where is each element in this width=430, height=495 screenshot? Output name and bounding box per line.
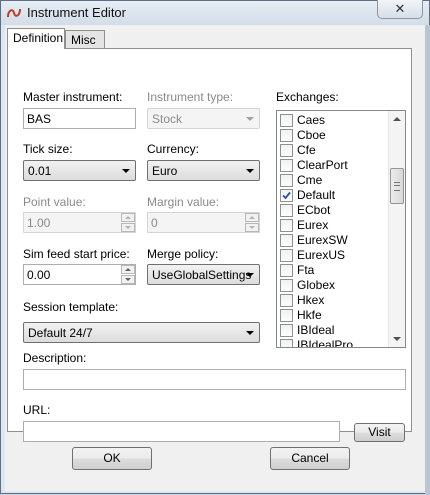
tick-size-value: 0.01: [28, 164, 52, 178]
spin-up-icon[interactable]: [121, 265, 135, 274]
session-template-value: Default 24/7: [28, 326, 93, 340]
exchange-checkbox[interactable]: [280, 339, 293, 347]
exchange-checkbox[interactable]: [280, 249, 293, 262]
exchange-checkbox[interactable]: [280, 129, 293, 142]
session-template-select[interactable]: Default 24/7: [23, 322, 260, 343]
close-button[interactable]: ✕: [377, 0, 423, 19]
master-instrument-label: Master instrument:: [23, 90, 123, 104]
chevron-down-icon: [246, 273, 254, 277]
tab-misc-label: Misc: [71, 33, 96, 47]
exchange-checkbox[interactable]: [280, 324, 293, 337]
merge-policy-value: UseGlobalSettings: [152, 268, 252, 282]
margin-value-stepper: 0: [147, 212, 260, 233]
session-template-label: Session template:: [23, 300, 119, 314]
cancel-button[interactable]: Cancel: [270, 447, 350, 470]
spin-up-icon: [245, 213, 259, 222]
tick-size-select[interactable]: 0.01: [23, 160, 136, 181]
close-icon: ✕: [394, 1, 406, 16]
tab-definition[interactable]: Definition: [7, 28, 65, 49]
point-value-stepper: 1.00: [23, 212, 136, 233]
exchange-checkbox[interactable]: [280, 219, 293, 232]
exchange-name: Hkex: [297, 293, 325, 307]
spin-down-icon[interactable]: [121, 275, 135, 284]
chevron-down-icon: [122, 169, 130, 173]
scrollbar-thumb[interactable]: [390, 168, 404, 204]
instrument-type-value: Stock: [152, 112, 183, 126]
chevron-down-icon: [246, 117, 254, 121]
tab-definition-label: Definition: [13, 31, 64, 45]
exchange-name: Hkfe: [297, 308, 322, 322]
instrument-type-select: Stock: [147, 108, 260, 129]
exchange-checkbox[interactable]: [280, 204, 293, 217]
exchange-checkbox[interactable]: [280, 279, 293, 292]
instrument-editor-window: Instrument Editor ✕ Definition Misc Mast…: [0, 0, 430, 495]
exchanges-scrollbar[interactable]: [388, 111, 405, 347]
exchange-checkbox[interactable]: [280, 189, 293, 202]
exchange-name: EurexUS: [297, 248, 346, 262]
margin-value-input: 0: [147, 212, 260, 233]
exchange-checkbox[interactable]: [280, 294, 293, 307]
title-bar[interactable]: Instrument Editor ✕: [1, 0, 429, 25]
dialog-client-area: Definition Misc Master instrument: BAS I…: [5, 25, 425, 491]
exchange-checkbox[interactable]: [280, 114, 293, 127]
exchange-checkbox[interactable]: [280, 144, 293, 157]
scroll-down-icon[interactable]: [389, 330, 405, 347]
window-border: [425, 25, 430, 495]
definition-panel: Master instrument: BAS Instrument type: …: [7, 48, 412, 442]
exchange-checkbox[interactable]: [280, 174, 293, 187]
merge-policy-select[interactable]: UseGlobalSettings: [147, 264, 260, 285]
instrument-type-label: Instrument type:: [147, 90, 234, 104]
exchange-checkbox[interactable]: [280, 264, 293, 277]
exchange-name: ECbot: [297, 203, 331, 217]
currency-select[interactable]: Euro: [147, 160, 260, 181]
exchange-name: Cboe: [297, 128, 326, 142]
exchange-name: IBIdeal: [297, 323, 335, 337]
exchanges-label: Exchanges:: [276, 90, 339, 104]
description-input[interactable]: [23, 369, 406, 390]
exchange-name: EurexSW: [297, 233, 348, 247]
spin-down-icon: [121, 223, 135, 232]
spin-down-icon: [245, 223, 259, 232]
exchange-name: Globex: [297, 278, 336, 292]
chevron-down-icon: [246, 331, 254, 335]
exchange-checkbox[interactable]: [280, 234, 293, 247]
visit-button[interactable]: Visit: [354, 423, 405, 442]
exchange-name: Default: [297, 188, 336, 202]
window-title: Instrument Editor: [27, 5, 126, 20]
tick-size-label: Tick size:: [23, 142, 73, 156]
checkmark-icon: [282, 191, 291, 200]
margin-value-label: Margin value:: [147, 195, 220, 209]
exchange-name: Cfe: [297, 143, 316, 157]
point-value-label: Point value:: [23, 195, 86, 209]
url-input[interactable]: [23, 421, 340, 442]
master-instrument-input[interactable]: BAS: [23, 108, 136, 129]
exchange-name: Caes: [297, 113, 326, 127]
sim-feed-start-price-input[interactable]: 0.00: [23, 264, 136, 285]
point-value-input: 1.00: [23, 212, 136, 233]
app-icon: [7, 8, 21, 18]
exchange-name: Cme: [297, 173, 323, 187]
exchange-name: ClearPort: [297, 158, 348, 172]
description-label: Description:: [23, 351, 87, 365]
url-label: URL:: [23, 403, 51, 417]
scroll-up-icon[interactable]: [389, 111, 405, 128]
chevron-down-icon: [246, 169, 254, 173]
currency-label: Currency:: [147, 142, 200, 156]
exchange-checkbox[interactable]: [280, 159, 293, 172]
merge-policy-label: Merge policy:: [147, 247, 219, 261]
spin-up-icon: [121, 213, 135, 222]
sim-feed-start-price-label: Sim feed start price:: [23, 247, 130, 261]
tab-misc[interactable]: Misc: [65, 30, 105, 49]
currency-value: Euro: [152, 164, 178, 178]
exchange-name: Eurex: [297, 218, 329, 232]
ok-button[interactable]: OK: [72, 447, 152, 470]
exchanges-list[interactable]: Caes Cboe Cfe ClearPort Cme Default ECbot Eurex…: [276, 110, 406, 348]
exchange-name: IBIdealPro: [297, 338, 354, 348]
exchange-checkbox[interactable]: [280, 309, 293, 322]
sim-feed-start-price-stepper[interactable]: 0.00: [23, 264, 136, 285]
exchange-name: Fta: [297, 263, 315, 277]
